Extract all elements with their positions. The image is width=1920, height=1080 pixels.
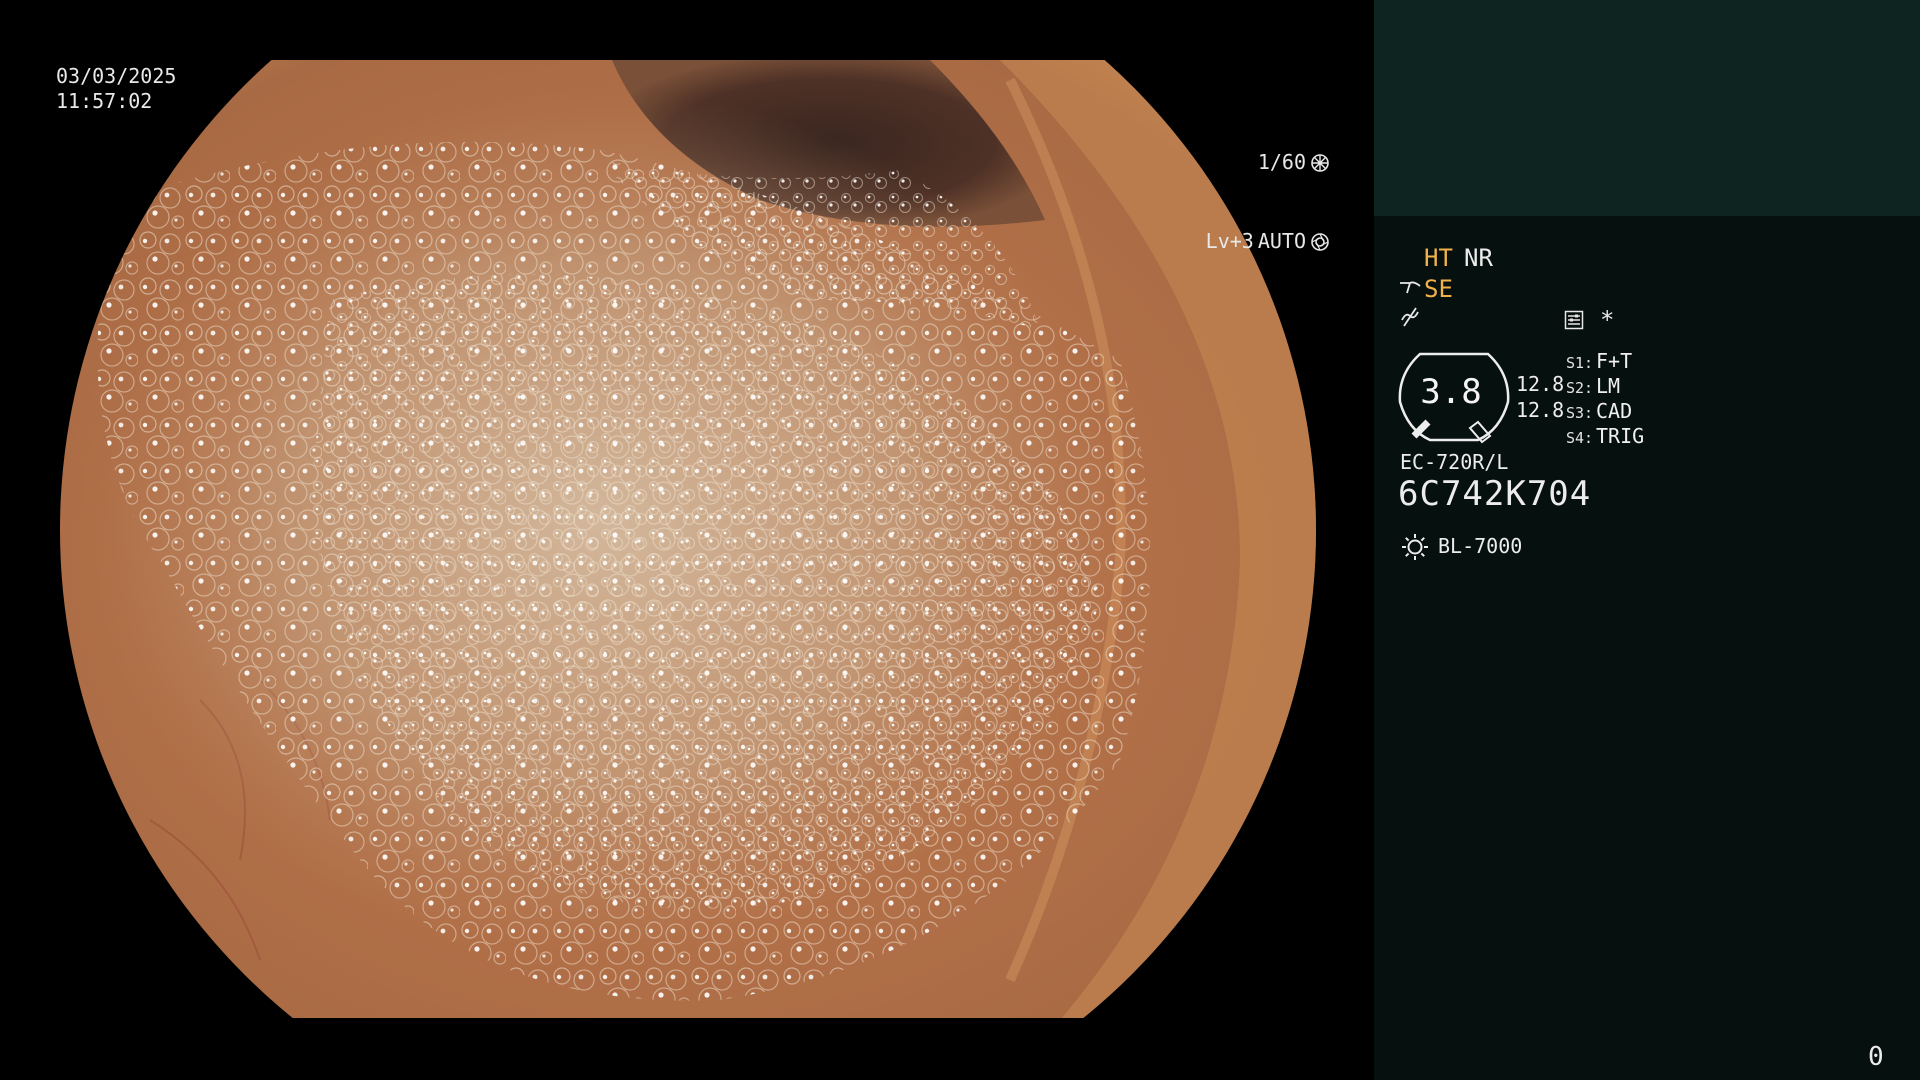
ht-indicator: HT bbox=[1424, 244, 1453, 272]
switch-value: LM bbox=[1596, 374, 1621, 398]
scope-model: EC-720R/L bbox=[1400, 450, 1509, 474]
iris-icon bbox=[1311, 232, 1329, 251]
exposure-mode: AUTO bbox=[1257, 229, 1306, 253]
switch-row: S1: F+T bbox=[1566, 349, 1644, 374]
light-source-icon bbox=[1402, 534, 1428, 560]
star-indicator: * bbox=[1600, 306, 1615, 334]
info-panel: HT NR SE * 3.8 12.8 12.8 S1: F+T S2: LM … bbox=[1374, 0, 1920, 1080]
light-source-model: BL-7000 bbox=[1438, 534, 1523, 558]
shutter-icon bbox=[1311, 153, 1329, 172]
record-settings-icon bbox=[1564, 310, 1584, 330]
switch-key: S1: bbox=[1566, 354, 1594, 372]
switch-row: S4: TRIG bbox=[1566, 424, 1644, 449]
reading-b: 12.8 bbox=[1516, 398, 1565, 422]
color-mode-icon bbox=[1401, 307, 1419, 327]
switch-value: F+T bbox=[1596, 349, 1633, 373]
image-counter: 0 bbox=[1868, 1042, 1884, 1072]
shutter-speed: 1/60 bbox=[1257, 150, 1306, 174]
switch-value: CAD bbox=[1596, 399, 1633, 423]
se-indicator: SE bbox=[1424, 275, 1453, 303]
exposure-overlay: 1/60 Lv+3 AUTO bbox=[1206, 98, 1330, 306]
switch-key: S4: bbox=[1566, 429, 1594, 447]
switch-key: S2: bbox=[1566, 379, 1594, 397]
scope-switch-list: S1: F+T S2: LM S3: CAD S4: TRIG bbox=[1566, 349, 1644, 449]
structure-enhance-icon bbox=[1400, 281, 1421, 294]
switch-key: S3: bbox=[1566, 404, 1594, 422]
switch-value: TRIG bbox=[1596, 424, 1645, 448]
brightness-level: Lv+3 bbox=[1205, 229, 1254, 253]
switch-row: S3: CAD bbox=[1566, 399, 1644, 424]
endoscope-video-area: 03/03/2025 11:57:02 1/60 Lv+3 AUTO bbox=[0, 0, 1372, 1080]
reading-a: 12.8 bbox=[1516, 372, 1565, 396]
zoom-value: 3.8 bbox=[1420, 372, 1482, 412]
endoscope-image bbox=[60, 60, 1316, 1018]
exam-date: 03/03/2025 bbox=[56, 64, 177, 88]
nr-indicator: NR bbox=[1464, 244, 1493, 272]
patient-info-area bbox=[1374, 0, 1920, 216]
date-time-overlay: 03/03/2025 11:57:02 bbox=[56, 64, 176, 114]
endoscopy-screen: 03/03/2025 11:57:02 1/60 Lv+3 AUTO HT NR… bbox=[0, 0, 1920, 1080]
exam-time: 11:57:02 bbox=[56, 89, 153, 113]
scope-serial-number: 6C742K704 bbox=[1398, 474, 1592, 514]
switch-row: S2: LM bbox=[1566, 374, 1644, 399]
